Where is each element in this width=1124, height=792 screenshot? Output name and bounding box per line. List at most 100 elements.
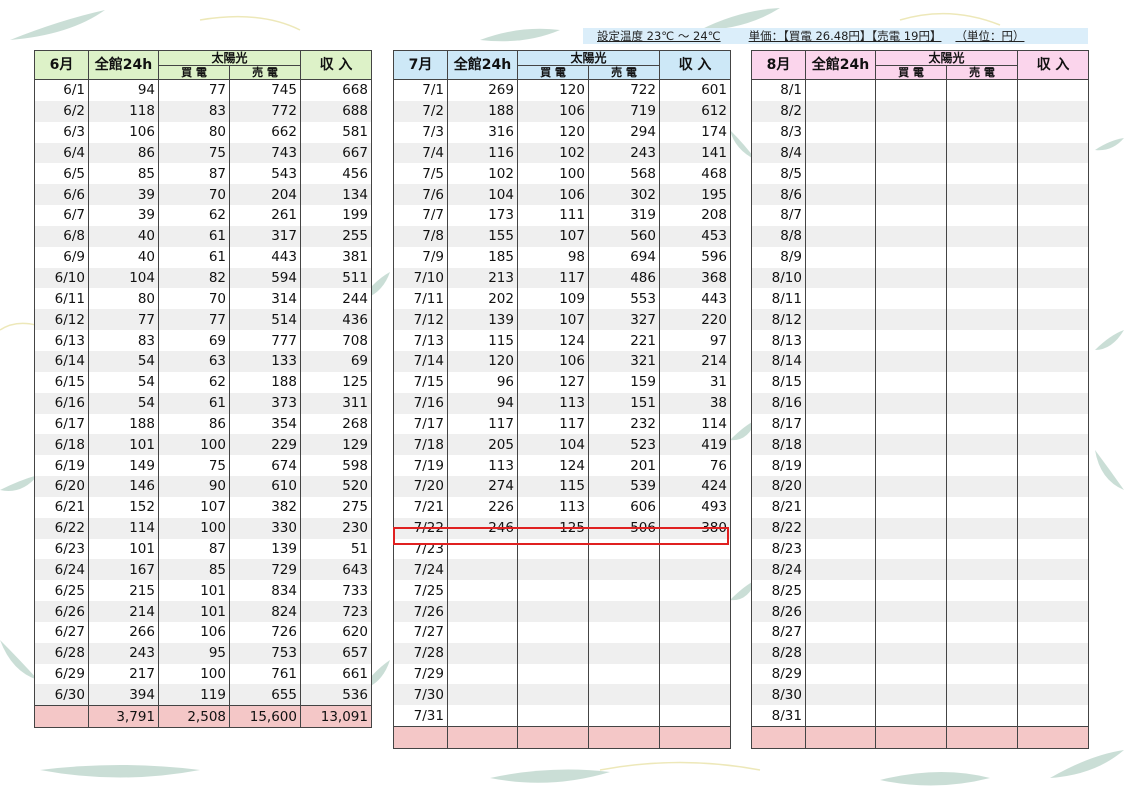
table-row: 8/14 — [751, 350, 1089, 372]
table-row: 6/11 80 70 314 244 — [34, 288, 372, 310]
all24h-cell: 116 — [447, 142, 518, 164]
date-cell: 8/16 — [751, 392, 806, 414]
income-cell — [659, 705, 731, 727]
sell-cell: 726 — [229, 621, 301, 643]
all24h-cell — [805, 621, 876, 643]
date-cell: 6/12 — [34, 309, 89, 331]
table-row: 7/16 94 113 151 38 — [393, 392, 731, 414]
buy-cell: 77 — [158, 79, 230, 101]
date-cell: 6/27 — [34, 621, 89, 643]
buy-cell — [875, 413, 947, 435]
sell-cell: 317 — [229, 225, 301, 247]
all24h-cell — [805, 371, 876, 393]
date-cell: 8/6 — [751, 184, 806, 206]
table-row: 8/26 — [751, 601, 1089, 622]
buy-cell — [875, 538, 947, 560]
date-cell: 6/14 — [34, 350, 89, 372]
buy-cell: 87 — [158, 538, 230, 560]
table-row: 8/1 — [751, 79, 1089, 101]
all24h-cell: 86 — [88, 142, 159, 164]
all24h-cell — [805, 601, 876, 622]
leaf-decoration — [1095, 138, 1124, 151]
all24h-cell: 118 — [88, 100, 159, 122]
table-row: 8/29 — [751, 663, 1089, 685]
income-cell — [1017, 142, 1089, 164]
income-cell: 723 — [300, 601, 372, 622]
date-cell: 8/7 — [751, 205, 806, 226]
buy-cell — [875, 684, 947, 706]
income-cell: 511 — [300, 267, 372, 289]
income-cell: 493 — [659, 496, 731, 518]
table-row: 6/26 214 101 824 723 — [34, 601, 372, 622]
buy-cell: 117 — [517, 413, 589, 435]
income-cell: 688 — [300, 100, 372, 122]
table-row: 6/2 118 83 772 688 — [34, 100, 372, 122]
sell-cell — [946, 580, 1018, 602]
income-cell: 214 — [659, 350, 731, 372]
date-cell: 7/15 — [393, 371, 448, 393]
leaf-decoration — [490, 769, 610, 783]
all24h-cell — [805, 392, 876, 414]
table-row: 7/6 104 106 302 195 — [393, 184, 731, 206]
table-row: 8/18 — [751, 434, 1089, 456]
all24h-cell: 54 — [88, 392, 159, 414]
sell-cell — [588, 580, 660, 602]
sell-cell: 204 — [229, 184, 301, 206]
all24h-cell: 80 — [88, 288, 159, 310]
all24h-cell — [447, 705, 518, 727]
sell-cell — [588, 642, 660, 664]
header-buy: 買 電 — [875, 64, 947, 80]
income-cell: 134 — [300, 184, 372, 206]
date-cell: 6/13 — [34, 330, 89, 351]
date-cell: 7/4 — [393, 142, 448, 164]
buy-cell: 120 — [517, 121, 589, 143]
income-cell — [1017, 100, 1089, 122]
total-buy-cell — [875, 726, 947, 749]
all24h-cell — [805, 538, 876, 560]
table-row: 7/11 202 109 553 443 — [393, 288, 731, 310]
income-cell — [1017, 580, 1089, 602]
sell-cell — [946, 621, 1018, 643]
income-cell: 268 — [300, 413, 372, 435]
header-solar: 太陽光 — [875, 50, 1018, 66]
table-row: 6/29 217 100 761 661 — [34, 663, 372, 685]
date-cell: 8/2 — [751, 100, 806, 122]
sell-cell: 354 — [229, 413, 301, 435]
table-row: 7/13 115 124 221 97 — [393, 330, 731, 351]
buy-cell: 106 — [158, 621, 230, 643]
sell-cell: 373 — [229, 392, 301, 414]
income-cell: 230 — [300, 517, 372, 539]
sell-cell: 139 — [229, 538, 301, 560]
leaf-decoration — [10, 10, 105, 40]
header-buy: 買 電 — [517, 64, 589, 80]
sell-cell: 834 — [229, 580, 301, 602]
sell-cell — [946, 601, 1018, 622]
header-sell: 売 電 — [946, 64, 1018, 80]
income-cell: 661 — [300, 663, 372, 685]
sell-cell — [946, 163, 1018, 185]
sell-cell: 506 — [588, 517, 660, 539]
table-row: 6/22 114 100 330 230 — [34, 517, 372, 539]
all24h-cell — [447, 580, 518, 602]
date-cell: 7/22 — [393, 517, 448, 539]
all24h-cell — [805, 288, 876, 310]
total-income-cell — [659, 726, 731, 749]
date-cell: 7/12 — [393, 309, 448, 331]
buy-cell — [517, 538, 589, 560]
date-cell: 8/23 — [751, 538, 806, 560]
table-row: 6/8 40 61 317 255 — [34, 225, 372, 247]
income-cell — [1017, 267, 1089, 289]
all24h-cell: 188 — [447, 100, 518, 122]
all24h-cell — [805, 309, 876, 331]
income-cell — [1017, 184, 1089, 206]
all24h-cell: 269 — [447, 79, 518, 101]
all24h-cell — [805, 559, 876, 581]
all24h-cell: 155 — [447, 225, 518, 247]
total-buy-cell: 2,508 — [158, 705, 230, 729]
all24h-cell: 106 — [88, 121, 159, 143]
buy-cell — [875, 705, 947, 727]
all24h-cell: 266 — [88, 621, 159, 643]
date-cell: 6/20 — [34, 476, 89, 497]
date-cell: 8/29 — [751, 663, 806, 685]
all24h-cell — [805, 413, 876, 435]
